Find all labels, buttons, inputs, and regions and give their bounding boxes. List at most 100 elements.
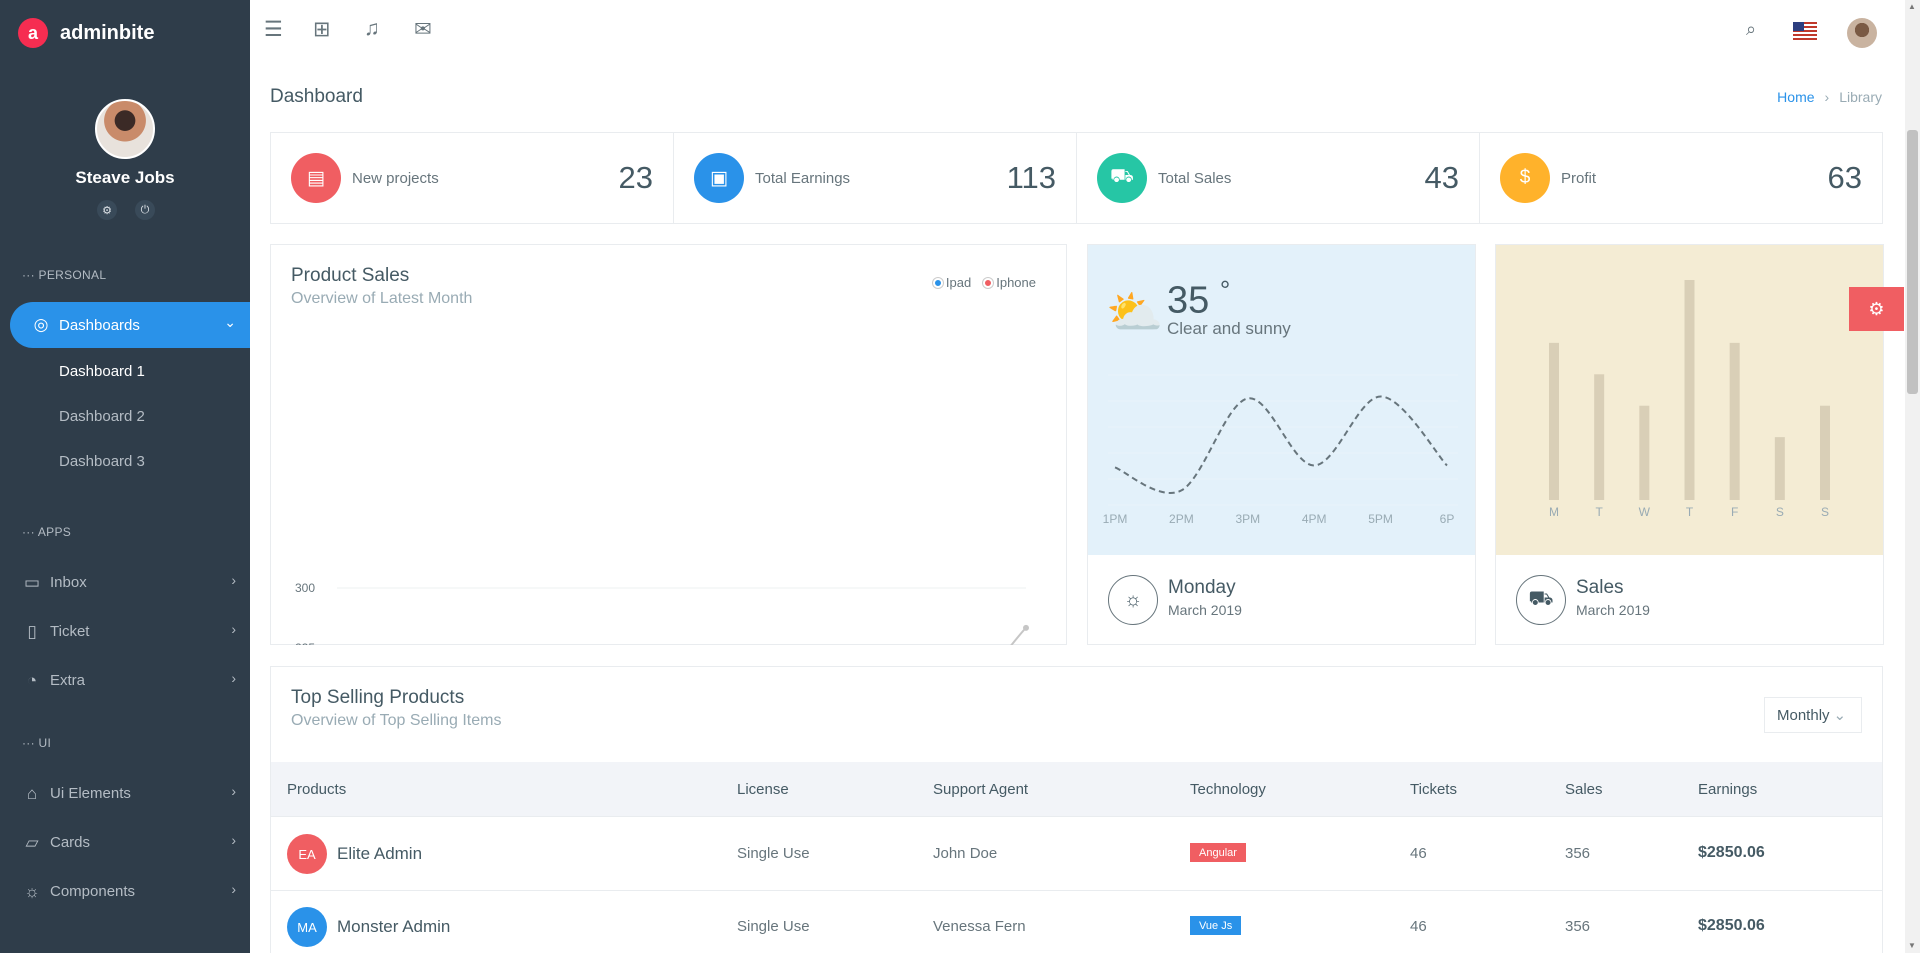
license: Single Use	[737, 918, 810, 935]
sales-card: M T W T F S S ⛟ Sales March 2019	[1495, 244, 1884, 645]
chevron-right-icon: ›	[231, 670, 236, 686]
user-actions: ⚙ ⏻	[97, 200, 155, 220]
gift-icon[interactable]: ⊞	[313, 17, 331, 42]
sidebar: a adminbite Steave Jobs ⚙ ⏻ ··· PERSONAL…	[0, 0, 250, 953]
column-header[interactable]: Tickets	[1410, 781, 1457, 798]
x-tick-label: S	[1776, 505, 1784, 519]
sidebar-item-label: Dashboards	[59, 316, 140, 334]
menu-icon[interactable]: ☰	[264, 17, 283, 42]
nav-caption-apps: ··· APPS	[22, 525, 72, 539]
tickets: 46	[1410, 845, 1427, 862]
technology-badge: Angular	[1190, 843, 1246, 862]
sidebar-item-label: Inbox	[50, 574, 87, 591]
card-subtitle: Overview of Top Selling Items	[291, 712, 502, 729]
settings-fab-button[interactable]: ⚙	[1849, 287, 1904, 331]
cart-icon: ⛟	[1097, 153, 1147, 203]
scroll-up-icon[interactable]: ▲	[1908, 2, 1916, 11]
scrollbar-thumb[interactable]	[1907, 130, 1918, 394]
column-header[interactable]: Earnings	[1698, 781, 1757, 798]
stats-row: ▤ New projects 23 ▣ Total Earnings 113 ⛟…	[270, 132, 1883, 224]
bar	[1684, 280, 1695, 500]
weather-card: ⛅ 35 ° Clear and sunny 1PM 2PM 3PM 4PM 5PM 6P…	[1087, 244, 1476, 645]
stat-label: Total Earnings	[755, 169, 851, 187]
tickets: 46	[1410, 918, 1427, 935]
settings-icon[interactable]: ⚙	[97, 200, 117, 220]
breadcrumb-home[interactable]: Home	[1777, 89, 1814, 105]
brand[interactable]: a adminbite	[18, 18, 154, 48]
search-icon[interactable]: ⌕	[1746, 19, 1756, 40]
sidebar-item-label: Extra	[50, 672, 86, 689]
bar	[1594, 374, 1605, 500]
sidebar-item-extra[interactable]: ◔ Extra ›	[0, 658, 250, 703]
wallet-icon: ▣	[694, 153, 744, 203]
topbar-avatar[interactable]	[1847, 18, 1877, 48]
sidebar-item-ui-elements[interactable]: ⌂ Ui Elements ›	[0, 771, 250, 816]
ticket-icon: ▯	[27, 621, 37, 641]
table-row[interactable]: EA Elite Admin Single Use John Doe Angul…	[271, 818, 1882, 891]
sidebar-item-label: Ticket	[50, 623, 90, 640]
card-subtitle: Overview of Latest Month	[291, 290, 473, 307]
legend-item-iphone[interactable]: Iphone	[983, 275, 1036, 290]
page-scrollbar[interactable]: ▲ ▼	[1905, 0, 1920, 953]
cards-icon: ▱	[25, 832, 39, 852]
user-name[interactable]: Steave Jobs	[0, 168, 250, 188]
us-flag-icon[interactable]	[1793, 22, 1817, 40]
sales: 356	[1565, 918, 1591, 935]
x-tick-label: 6P	[1440, 512, 1455, 526]
table-row[interactable]: MA Monster Admin Single Use Venessa Fern…	[271, 891, 1882, 953]
column-header[interactable]: Sales	[1565, 781, 1603, 798]
bar	[1774, 437, 1785, 500]
mail-icon[interactable]: ✉	[414, 17, 432, 42]
product-name: Elite Admin	[337, 844, 423, 863]
sales: 356	[1565, 845, 1591, 862]
nav-caption-ui: ··· UI	[22, 736, 52, 750]
breadcrumb-current: Library	[1839, 89, 1882, 105]
product-sales-card: Product Sales Overview of Latest Month I…	[270, 244, 1067, 645]
legend-dot	[983, 278, 994, 288]
x-tick-label: S	[1821, 505, 1829, 519]
dashboard-icon: ◎	[33, 315, 49, 334]
stat-value: 113	[1006, 160, 1056, 195]
scroll-down-icon[interactable]: ▼	[1908, 941, 1916, 950]
page-title: Dashboard	[270, 86, 363, 107]
chevron-right-icon: ›	[231, 783, 236, 799]
sidebar-subitem-dashboard-1[interactable]: Dashboard 1	[59, 363, 145, 380]
column-header[interactable]: Support Agent	[933, 781, 1028, 798]
user-avatar[interactable]	[95, 99, 155, 159]
brand-logo: a	[18, 18, 48, 48]
sidebar-subitem-dashboard-2[interactable]: Dashboard 2	[59, 408, 145, 425]
column-header[interactable]: License	[737, 781, 789, 798]
column-header[interactable]: Technology	[1190, 781, 1266, 798]
brush-icon: ⌂	[26, 783, 38, 803]
product-name: Monster Admin	[337, 917, 451, 936]
license: Single Use	[737, 845, 810, 862]
stat-total-sales: ⛟ Total Sales 43	[1077, 133, 1480, 223]
sidebar-item-dashboards[interactable]: ◎ Dashboards ⌄	[10, 302, 250, 348]
legend-item-ipad[interactable]: Ipad	[932, 275, 972, 290]
bell-icon[interactable]: ♫	[364, 17, 380, 41]
weather-day: Monday	[1168, 577, 1236, 598]
bar	[1729, 342, 1740, 500]
sales-title: Sales	[1576, 577, 1624, 598]
column-header[interactable]: Products	[287, 781, 346, 798]
sidebar-item-label: Components	[50, 883, 136, 900]
power-icon[interactable]: ⏻	[135, 200, 155, 220]
sidebar-item-components[interactable]: ☼ Components ›	[0, 869, 250, 914]
legend-label: Ipad	[945, 275, 972, 290]
sidebar-item-cards[interactable]: ▱ Cards ›	[0, 820, 250, 865]
sidebar-item-inbox[interactable]: ▭ Inbox ›	[0, 560, 250, 605]
y-tick-label: 225	[295, 641, 315, 645]
temperature-value: 35	[1167, 279, 1210, 322]
breadcrumb-separator-icon: ›	[1824, 89, 1830, 105]
period-select[interactable]: Monthly ⌄	[1764, 697, 1862, 733]
sidebar-subitem-dashboard-3[interactable]: Dashboard 3	[59, 453, 145, 470]
sidebar-item-ticket[interactable]: ▯ Ticket ›	[0, 609, 250, 654]
weather-date: March 2019	[1168, 602, 1242, 618]
chevron-down-icon: ⌄	[224, 314, 236, 330]
degree-symbol: °	[1219, 275, 1231, 305]
weather-panel: ⛅ 35 ° Clear and sunny 1PM 2PM 3PM 4PM 5PM 6P	[1088, 245, 1475, 555]
sales-bar-chart: MTWTFSS	[1549, 280, 1830, 519]
nav-caption-personal: ··· PERSONAL	[22, 268, 107, 282]
legend-dot	[932, 278, 943, 288]
sidebar-item-label: Cards	[50, 834, 91, 851]
